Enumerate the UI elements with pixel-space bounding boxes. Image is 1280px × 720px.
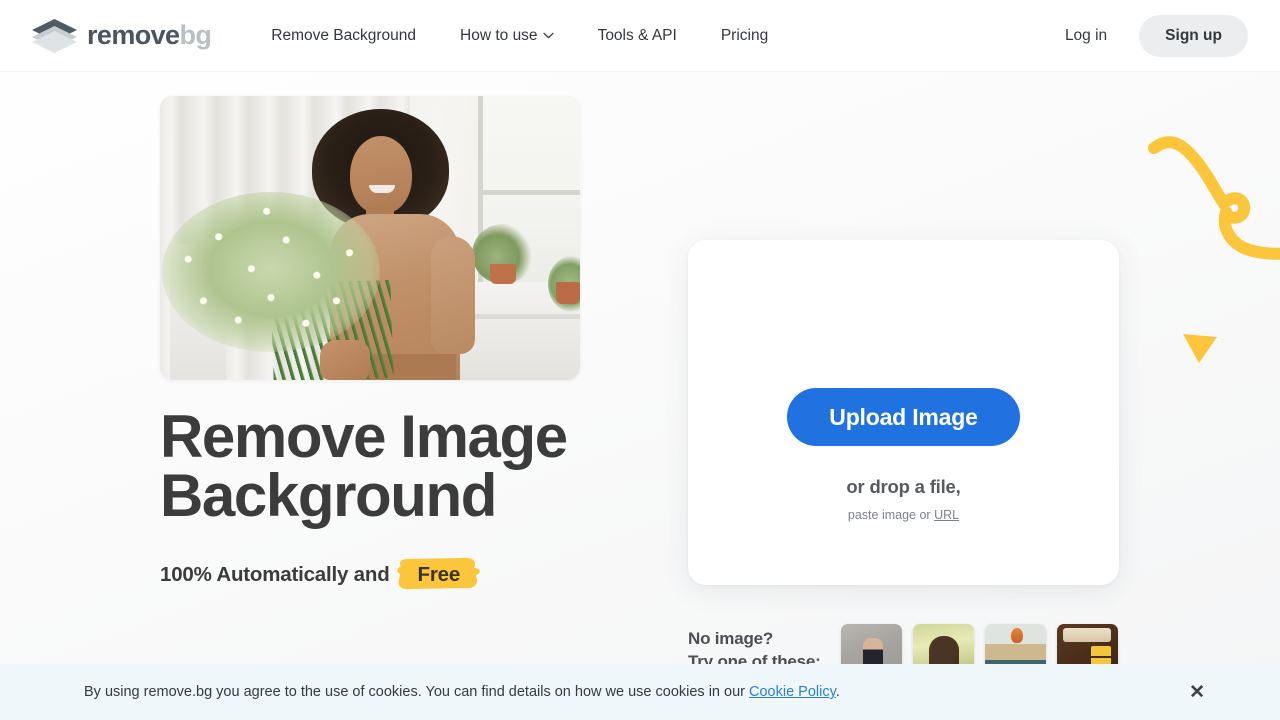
hero-photo	[160, 96, 580, 380]
paste-hint-text: paste image or	[847, 508, 931, 522]
paste-url-link[interactable]: URL	[934, 508, 959, 522]
cookie-text: By using remove.bg you agree to the use …	[84, 684, 840, 700]
login-link[interactable]: Log in	[1047, 27, 1125, 45]
chevron-down-icon	[542, 32, 554, 39]
free-badge: Free	[396, 557, 480, 591]
drop-file-text: or drop a file,	[846, 476, 961, 497]
page-subtitle: 100% Automatically and Free	[160, 557, 480, 591]
paste-hint: paste image or URL	[688, 508, 1119, 522]
cookie-message: By using remove.bg you agree to the use …	[84, 684, 745, 700]
no-image-line-1: No image?	[688, 629, 774, 648]
yellow-squiggle-icon	[1148, 136, 1280, 260]
cookie-policy-link[interactable]: Cookie Policy	[749, 684, 836, 700]
stacked-diamond-logo-icon	[32, 18, 77, 53]
photo-pot-two	[556, 282, 580, 304]
main-navigation: Remove Background How to use Tools & API…	[253, 27, 790, 45]
page-root: removebg Remove Background How to use To…	[0, 0, 1280, 720]
logo-text: removebg	[87, 20, 212, 50]
page-title-line-1: Remove Image	[160, 403, 568, 470]
upload-image-button[interactable]: Upload Image	[787, 388, 1020, 446]
nav-label: How to use	[460, 26, 538, 44]
close-icon[interactable]: ✕	[1189, 683, 1205, 702]
nav-label: Pricing	[720, 26, 769, 44]
logo-text-light: bg	[179, 20, 212, 50]
header-actions: Log in Sign up	[1047, 14, 1248, 57]
logo[interactable]: removebg	[32, 18, 212, 53]
free-label: Free	[417, 562, 461, 586]
page-title-line-2: Background	[160, 461, 497, 529]
site-header: removebg Remove Background How to use To…	[0, 0, 1280, 72]
photo-window-bar	[478, 190, 580, 195]
logo-text-dark: remove	[87, 20, 180, 50]
photo-woman-face	[350, 136, 412, 214]
photo-pot-one	[490, 264, 516, 284]
nav-label: Remove Background	[271, 26, 417, 44]
nav-label: Tools & API	[597, 26, 677, 44]
photo-bouquet	[162, 192, 380, 352]
yellow-down-triangle-icon	[1183, 334, 1217, 363]
cookie-banner: By using remove.bg you agree to the use …	[0, 664, 1280, 720]
nav-item-how-to-use[interactable]: How to use	[438, 27, 576, 45]
cookie-period: .	[835, 684, 840, 700]
nav-item-tools-api[interactable]: Tools & API	[576, 27, 699, 45]
subtitle-text: 100% Automatically and	[160, 563, 390, 586]
nav-item-remove-background[interactable]: Remove Background	[253, 27, 438, 45]
signup-button[interactable]: Sign up	[1139, 14, 1248, 57]
photo-woman-sleeve	[431, 236, 475, 354]
upload-card[interactable]: Upload Image or drop a file, paste image…	[688, 240, 1119, 585]
photo-woman-hand	[320, 340, 370, 380]
nav-item-pricing[interactable]: Pricing	[699, 27, 790, 45]
photo-woman-smile	[369, 185, 395, 193]
page-title: Remove Image Background	[160, 407, 680, 529]
